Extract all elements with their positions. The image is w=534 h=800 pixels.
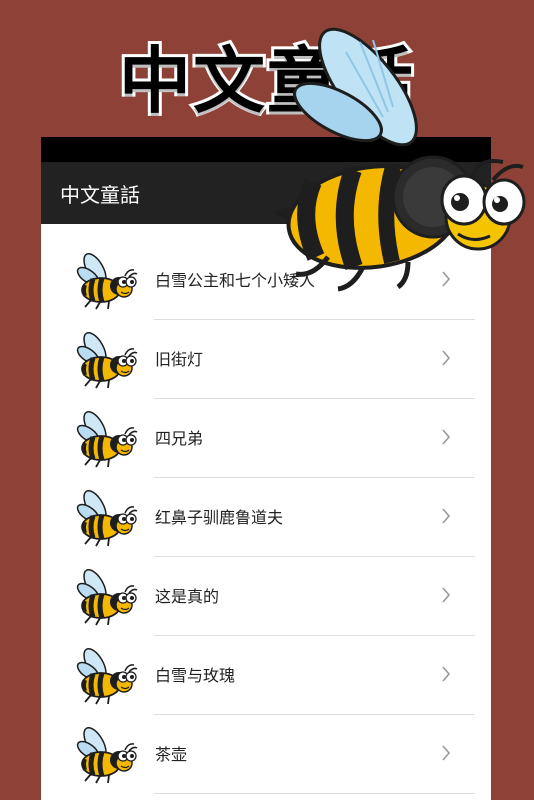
story-item[interactable]: 这是真的 xyxy=(41,557,491,636)
story-item[interactable]: 红鼻子驯鹿鲁道夫 xyxy=(41,478,491,557)
story-title: 茶壶 xyxy=(155,745,188,764)
story-title: 白雪与玫瑰 xyxy=(155,666,236,685)
story-list: 白雪公主和七个小矮人 旧街灯 四兄弟 红鼻子驯鹿鲁道夫 这是真的 白雪与玫瑰 茶… xyxy=(41,241,491,794)
divider xyxy=(154,793,475,794)
bee-icon xyxy=(73,328,139,390)
bee-icon xyxy=(73,249,139,311)
story-item[interactable]: 茶壶 xyxy=(41,715,491,794)
bee-icon xyxy=(73,407,139,469)
app-bar-title: 中文童話 xyxy=(60,184,140,207)
story-title: 旧街灯 xyxy=(155,350,204,369)
chevron-right-icon xyxy=(442,508,451,524)
chevron-right-icon xyxy=(442,666,451,682)
bee-icon xyxy=(73,644,139,706)
bee-icon xyxy=(73,723,139,785)
bee-icon xyxy=(73,486,139,548)
chevron-right-icon xyxy=(442,745,451,761)
chevron-right-icon xyxy=(442,429,451,445)
story-item[interactable]: 旧街灯 xyxy=(41,320,491,399)
story-title: 红鼻子驯鹿鲁道夫 xyxy=(155,508,284,527)
story-title: 四兄弟 xyxy=(155,429,204,448)
bee-mascot xyxy=(272,27,526,292)
story-item[interactable]: 白雪与玫瑰 xyxy=(41,636,491,715)
chevron-right-icon xyxy=(442,350,451,366)
story-item[interactable]: 四兄弟 xyxy=(41,399,491,478)
bee-icon xyxy=(73,565,139,627)
story-title: 这是真的 xyxy=(155,587,220,606)
chevron-right-icon xyxy=(442,587,451,603)
